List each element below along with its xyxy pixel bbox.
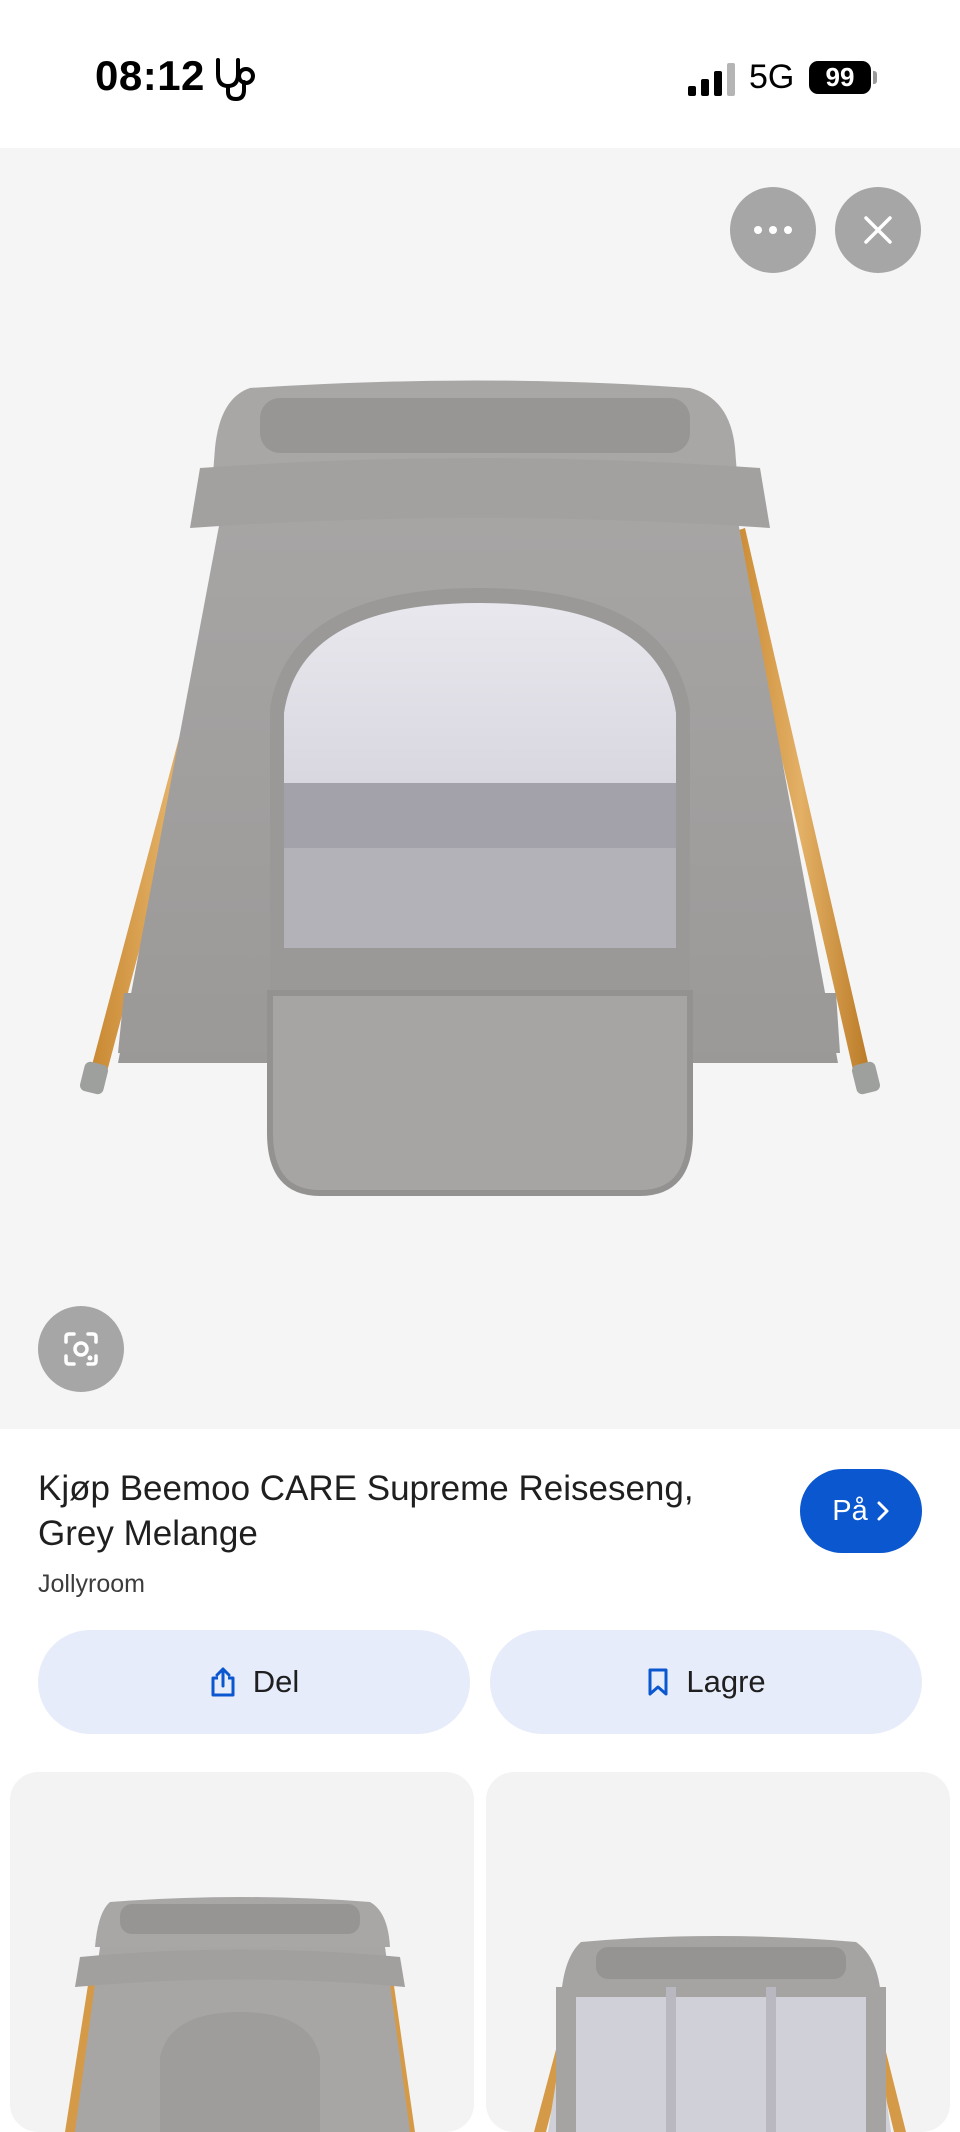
product-image[interactable]: [0, 148, 960, 1429]
bookmark-icon: [648, 1668, 668, 1696]
signal-icon: [688, 63, 735, 96]
status-time: 08:12: [95, 52, 205, 99]
travel-cot-illustration: [80, 380, 880, 1196]
battery-tip: [873, 71, 877, 84]
product-title: Kjøp Beemoo CARE Supreme Reiseseng, Grey…: [38, 1469, 694, 1553]
close-icon: [864, 216, 892, 244]
related-result-card[interactable]: [10, 1772, 474, 2132]
status-bar: 08:12 5G 99: [0, 0, 960, 148]
battery-indicator: 99: [809, 61, 871, 94]
save-label: Lagre: [686, 1664, 766, 1699]
visit-site-label: På: [832, 1494, 868, 1527]
share-button[interactable]: Del: [38, 1630, 470, 1734]
stethoscope-icon: [216, 58, 255, 102]
related-product-image: [65, 1897, 415, 2132]
related-product-image: [534, 1936, 906, 2132]
product-source[interactable]: Jollyroom: [38, 1570, 145, 1599]
lens-button[interactable]: [38, 1306, 124, 1392]
network-label: 5G: [749, 58, 795, 96]
lens-search-icon: [64, 1332, 98, 1366]
visit-site-button[interactable]: På: [800, 1469, 922, 1553]
chevron-right-icon: [877, 1501, 889, 1521]
close-button[interactable]: [835, 187, 921, 273]
more-horizontal-icon: [754, 226, 792, 234]
more-options-button[interactable]: [730, 187, 816, 273]
share-label: Del: [252, 1664, 300, 1699]
save-button[interactable]: Lagre: [490, 1630, 922, 1734]
share-icon: [211, 1667, 235, 1697]
related-result-card[interactable]: [486, 1772, 950, 2132]
